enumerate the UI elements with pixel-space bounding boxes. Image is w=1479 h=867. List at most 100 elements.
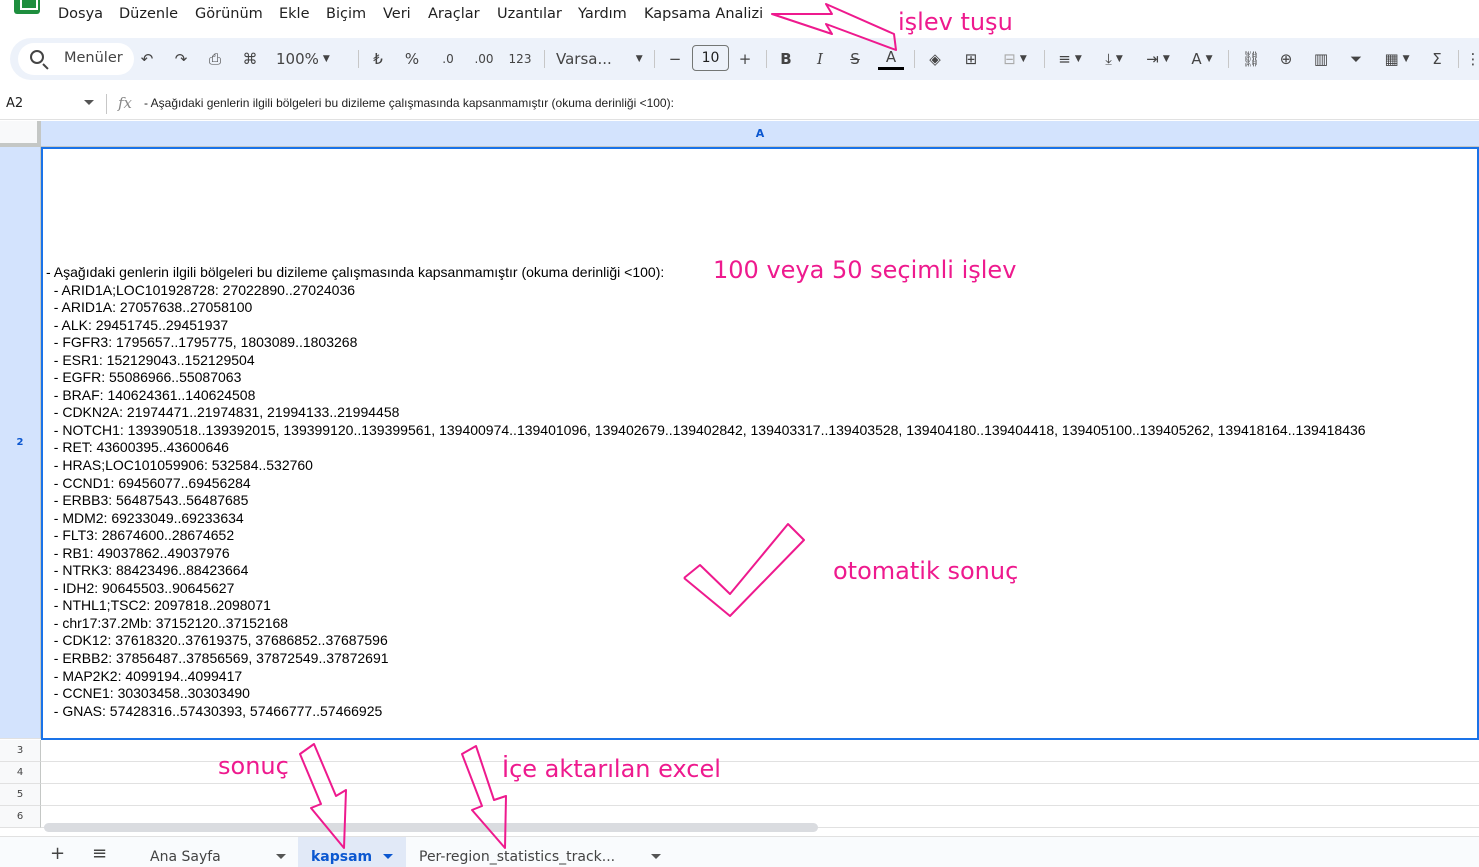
text-rotation-icon[interactable]: A ▼ <box>1184 46 1220 72</box>
font-value: Varsa... <box>556 50 612 68</box>
strikethrough-button[interactable]: S <box>844 46 866 72</box>
menu-format[interactable]: Biçim <box>326 6 366 22</box>
fx-icon: fx <box>118 94 133 112</box>
column-header-a[interactable]: A <box>41 121 1479 147</box>
search-icon <box>30 50 44 64</box>
merge-cells-icon[interactable]: ⊟ ▼ <box>996 46 1034 72</box>
divider <box>544 50 545 68</box>
zoom-select[interactable]: 100% ▼ <box>276 46 346 72</box>
print-icon[interactable]: ⎙ <box>204 46 226 72</box>
chevron-down-icon: ▼ <box>1115 54 1123 64</box>
annotation-imported-excel: İçe aktarılan excel <box>502 755 721 783</box>
menu-extensions[interactable]: Uzantılar <box>497 6 562 22</box>
cell-a2[interactable]: - Aşağıdaki genlerin ilgili bölgeleri bu… <box>41 147 1479 740</box>
percent-format-button[interactable]: % <box>402 46 422 72</box>
increase-font-size-button[interactable]: + <box>734 46 756 72</box>
chevron-down-icon: ▼ <box>1074 54 1082 64</box>
chevron-down-icon: ▼ <box>1205 54 1213 64</box>
fill-color-icon[interactable]: ◈ <box>924 46 946 72</box>
sheet-tab-per-region[interactable]: Per-region_statistics_track... <box>412 837 672 867</box>
menu-file[interactable]: Dosya <box>58 6 103 22</box>
horizontal-align-icon[interactable]: ≡ ▼ <box>1052 46 1088 72</box>
italic-button[interactable]: I <box>809 46 831 72</box>
chevron-down-icon[interactable] <box>276 854 286 859</box>
menu-search[interactable]: Menüler <box>18 43 134 75</box>
decrease-decimals-button[interactable]: .0 <box>434 46 462 72</box>
cell-a2-text: - Aşağıdaki genlerin ilgili bölgeleri bu… <box>46 264 1366 719</box>
name-box[interactable]: A2 <box>6 96 23 111</box>
annotation-auto-result: otomatik sonuç <box>833 557 1019 585</box>
row-header-2[interactable]: 2 <box>0 147 41 739</box>
functions-icon[interactable]: Σ <box>1426 46 1448 72</box>
paint-format-icon[interactable]: ⌘ <box>239 46 261 72</box>
row-header-3[interactable]: 3 <box>0 740 41 762</box>
chevron-down-icon: ▼ <box>1402 54 1410 64</box>
sheet-tab-home[interactable]: Ana Sayfa <box>140 837 290 867</box>
menu-search-label: Menüler <box>64 50 123 66</box>
divider <box>914 50 915 68</box>
formula-input[interactable]: - Aşağıdaki genlerin ilgili bölgeleri bu… <box>144 96 674 110</box>
menu-bar: Dosya Düzenle Görünüm Ekle Biçim Veri Ar… <box>0 0 1479 34</box>
chevron-down-icon: ▼ <box>1162 54 1170 64</box>
divider <box>766 50 767 68</box>
divider <box>1228 50 1229 68</box>
menu-view[interactable]: Görünüm <box>195 6 263 22</box>
filter-views-icon[interactable]: ▦ ▼ <box>1378 46 1416 72</box>
sheet-tab-label: Per-region_statistics_track... <box>419 849 616 865</box>
select-all-corner[interactable] <box>0 121 41 147</box>
all-sheets-icon[interactable]: ≡ <box>92 843 107 864</box>
more-options-icon[interactable]: ⋮ <box>1466 46 1479 72</box>
divider <box>106 94 107 114</box>
chart-icon[interactable]: ▥ <box>1310 46 1332 72</box>
increase-decimals-button[interactable]: .00 <box>470 46 498 72</box>
divider <box>654 50 655 68</box>
divider <box>358 50 359 68</box>
menu-data[interactable]: Veri <box>383 6 411 22</box>
link-icon[interactable]: ⛓ <box>1240 46 1262 72</box>
decrease-font-size-button[interactable]: − <box>664 46 686 72</box>
sheets-logo-icon[interactable] <box>14 0 40 14</box>
zoom-value: 100% <box>276 50 319 68</box>
annotation-function-key: işlev tuşu <box>898 8 1013 36</box>
add-sheet-icon[interactable]: + <box>50 843 65 864</box>
divider <box>1458 50 1459 68</box>
horizontal-scrollbar[interactable] <box>44 823 818 832</box>
row-header-4[interactable]: 4 <box>0 762 41 784</box>
sheet-tab-kapsam[interactable]: kapsam <box>298 837 406 867</box>
number-format-button[interactable]: 123 <box>506 46 534 72</box>
menu-insert[interactable]: Ekle <box>279 6 310 22</box>
menu-tools[interactable]: Araçlar <box>428 6 480 22</box>
chevron-down-icon[interactable] <box>651 854 661 859</box>
chevron-down-icon: ▼ <box>322 54 330 64</box>
toolbar: Menüler ↶ ↷ ⎙ ⌘ 100% ▼ ₺ % .0 .00 123 Var… <box>10 38 1479 80</box>
currency-format-button[interactable]: ₺ <box>368 46 388 72</box>
font-size-input[interactable]: 10 <box>692 45 729 71</box>
menu-help[interactable]: Yardım <box>578 6 627 22</box>
text-color-button[interactable]: A <box>878 46 904 70</box>
filter-icon[interactable]: ⏷ <box>1345 46 1367 72</box>
annotation-result: sonuç <box>218 752 289 780</box>
row-header-5[interactable]: 5 <box>0 784 41 806</box>
bold-button[interactable]: B <box>775 46 797 72</box>
undo-icon[interactable]: ↶ <box>136 46 158 72</box>
sheet-tab-label: Ana Sayfa <box>150 849 221 865</box>
menu-edit[interactable]: Düzenle <box>119 6 178 22</box>
comment-icon[interactable]: ⊕ <box>1275 46 1297 72</box>
cell-a5[interactable] <box>41 784 1479 806</box>
menu-coverage-analysis[interactable]: Kapsama Analizi <box>644 6 763 22</box>
formula-bar: A2 fx - Aşağıdaki genlerin ilgili bölgel… <box>0 88 1479 120</box>
chevron-down-icon[interactable] <box>84 100 94 105</box>
divider <box>1044 50 1045 68</box>
vertical-align-icon[interactable]: ⤓ ▼ <box>1096 46 1132 72</box>
row-header-6[interactable]: 6 <box>0 806 41 828</box>
sheet-tab-label: kapsam <box>311 849 373 865</box>
annotation-selectable: 100 veya 50 seçimli işlev <box>713 256 1017 284</box>
sheet-tab-bar: + ≡ Ana Sayfa kapsam Per-region_statisti… <box>0 836 1479 867</box>
borders-icon[interactable]: ⊞ <box>960 46 982 72</box>
text-wrap-icon[interactable]: ⇥ ▼ <box>1140 46 1176 72</box>
redo-icon[interactable]: ↷ <box>170 46 192 72</box>
chevron-down-icon: ▼ <box>1019 54 1027 64</box>
font-select[interactable]: Varsa... ▼ <box>556 46 656 72</box>
chevron-down-icon: ▼ <box>635 54 643 64</box>
chevron-down-icon[interactable] <box>383 854 393 859</box>
